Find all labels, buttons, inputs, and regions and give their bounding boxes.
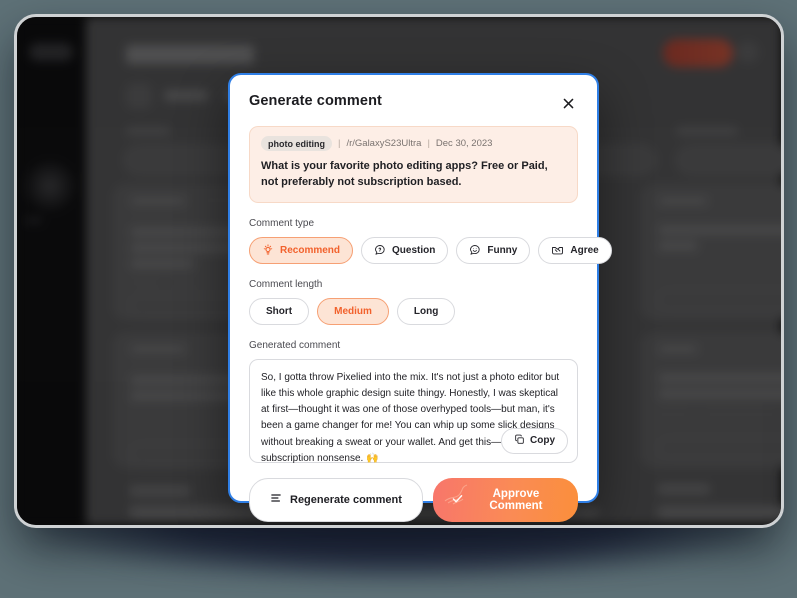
comment-length-label: Comment length: [249, 278, 323, 290]
post-date: Dec 30, 2023: [435, 138, 493, 149]
comment-length-options: Short Medium Long: [249, 297, 578, 325]
app-primary-button: [663, 39, 733, 67]
app-page-title: [126, 45, 254, 64]
comment-length-medium[interactable]: Medium: [317, 297, 389, 325]
sidebar-placeholder: [25, 217, 43, 224]
comment-type-group: Comment type Recommend Question Funny Ag…: [249, 217, 612, 264]
app-cardr-title-1: [658, 225, 781, 235]
comment-length-long[interactable]: Long: [396, 297, 456, 325]
comment-length-group: Comment length Short Medium Long: [249, 279, 578, 325]
app-sidebar: [17, 17, 86, 525]
app-cardr2-stat-2: [706, 411, 776, 418]
comment-type-funny-label: Funny: [487, 244, 518, 256]
app-select-field-2: [676, 145, 781, 175]
copy-icon: [514, 434, 525, 448]
lines-icon: [270, 492, 282, 507]
app-field-label-3: [676, 127, 738, 135]
app-cardr3-title: [658, 507, 781, 517]
modal-header: Generate comment: [249, 93, 578, 113]
app-card2-tag: [130, 345, 186, 353]
comment-type-question-label: Question: [392, 244, 436, 256]
app-cardr-title-2: [658, 241, 698, 251]
post-meta: photo editing | /r/GalaxyS23Ultra | Dec …: [261, 136, 566, 151]
app-card3-tag: [130, 487, 190, 495]
comment-type-agree-label: Agree: [570, 244, 599, 256]
close-icon[interactable]: [558, 93, 578, 113]
generated-comment-label: Generated comment: [249, 339, 341, 351]
app-cardr2-title-1: [658, 373, 781, 383]
app-cardr2-title-2: [658, 389, 781, 399]
comment-type-funny[interactable]: Funny: [456, 236, 531, 264]
subreddit-label: /r/GalaxyS23Ultra: [346, 138, 422, 149]
regenerate-comment-label: Regenerate comment: [290, 493, 402, 506]
lightbulb-icon: [262, 244, 274, 256]
post-preview: photo editing | /r/GalaxyS23Ultra | Dec …: [249, 126, 578, 203]
status-badge: photo editing: [261, 136, 332, 151]
comment-length-short[interactable]: Short: [249, 297, 310, 325]
handshake-icon: [551, 244, 564, 257]
regenerate-comment-button[interactable]: Regenerate comment: [249, 477, 423, 522]
approve-comment-button[interactable]: Approve Comment: [432, 477, 578, 522]
app-cardr2-stat-1: [658, 411, 688, 418]
copy-button-label: Copy: [530, 435, 555, 447]
app-cardr-meta: [724, 198, 781, 204]
app-logo: [29, 43, 73, 61]
modal-footer: Regenerate comment Approve Comment: [249, 477, 578, 522]
page-title: Generate comment: [249, 93, 382, 109]
app-cardr3-tag: [658, 485, 710, 493]
app-card-title-line3: [130, 259, 194, 269]
app-card-date: [130, 213, 174, 219]
comment-type-recommend-label: Recommend: [280, 244, 341, 256]
sidebar-decoration: [21, 157, 79, 215]
comment-type-recommend[interactable]: Recommend: [249, 236, 354, 264]
screen: Generate comment photo editing | /r/Gala…: [0, 0, 797, 598]
app-card2-date: [130, 361, 174, 367]
app-cardr-action: [658, 289, 781, 311]
comment-type-agree[interactable]: Agree: [538, 236, 612, 264]
app-avatar: [737, 41, 759, 63]
meta-separator-1: |: [337, 138, 341, 149]
smiley-bubble-icon: [469, 244, 481, 256]
app-cardr2-tag: [658, 345, 698, 353]
post-title: What is your favorite photo editing apps…: [261, 160, 548, 188]
decorative-swirl: [443, 481, 483, 510]
app-cardr-tag: [658, 197, 708, 205]
copy-button[interactable]: Copy: [501, 427, 568, 454]
app-card-stat-2: [170, 279, 198, 286]
comment-type-options: Recommend Question Funny Agree: [249, 236, 612, 264]
app-card-stat-1: [130, 279, 160, 286]
comment-type-label: Comment type: [249, 217, 315, 229]
generated-comment-textarea[interactable]: So, I gotta throw Pixelied into the mix.…: [249, 358, 578, 464]
generate-comment-modal: Generate comment photo editing | /r/Gala…: [228, 73, 612, 522]
app-card-tag: [130, 197, 186, 205]
question-bubble-icon: [374, 244, 386, 256]
comment-type-question[interactable]: Question: [361, 236, 449, 264]
app-tab-1: [164, 90, 208, 101]
generated-comment-group: Generated comment So, I gotta throw Pixe…: [249, 339, 578, 464]
app-tab-all: [126, 83, 152, 109]
device-frame: Generate comment photo editing | /r/Gala…: [14, 14, 784, 528]
approve-comment-label: Approve Comment: [489, 487, 543, 512]
meta-separator-2: |: [427, 138, 430, 149]
app-field-label-1: [126, 127, 170, 135]
app-cardr2-action: [658, 437, 781, 459]
